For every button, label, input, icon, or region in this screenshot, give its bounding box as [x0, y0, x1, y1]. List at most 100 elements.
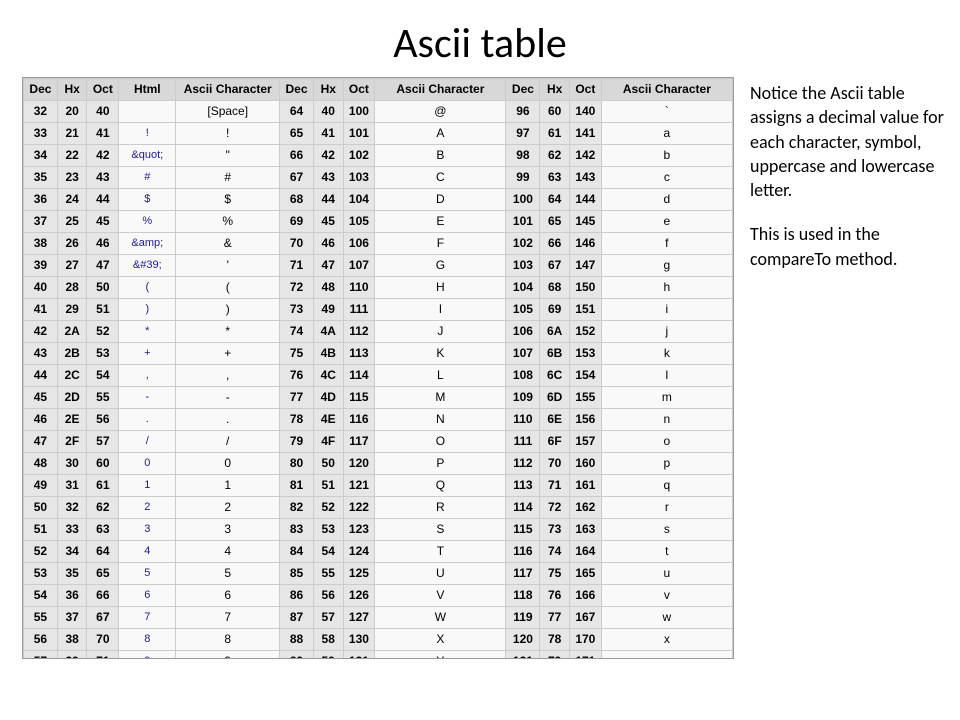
cell-char: l	[601, 365, 732, 387]
cell-dec: 34	[24, 145, 58, 167]
cell-dec: 49	[24, 475, 58, 497]
content-row: Dec Hx Oct Html Ascii Character Dec Hx O…	[0, 77, 960, 659]
cell-oct: 141	[569, 123, 601, 145]
cell-html: 5	[119, 563, 176, 585]
cell-char: .	[176, 409, 280, 431]
cell-oct: 165	[569, 563, 601, 585]
cell-char: @	[375, 101, 506, 123]
cell-char: o	[601, 431, 732, 453]
cell-char: F	[375, 233, 506, 255]
cell-char: (	[176, 277, 280, 299]
cell-dec: 75	[280, 343, 314, 365]
cell-char: 9	[176, 651, 280, 660]
cell-char: y	[601, 651, 732, 660]
cell-html: *	[119, 321, 176, 343]
cell-oct: 145	[569, 211, 601, 233]
cell-dec: 68	[280, 189, 314, 211]
cell-char: i	[601, 299, 732, 321]
cell-dec: 47	[24, 431, 58, 453]
cell-char: k	[601, 343, 732, 365]
cell-hx: 50	[313, 453, 343, 475]
cell-dec: 107	[506, 343, 540, 365]
cell-dec: 84	[280, 541, 314, 563]
cell-hx: 71	[540, 475, 570, 497]
page-title: Ascii table	[0, 0, 960, 77]
note-paragraph-2: This is used in the compareTo method.	[750, 222, 946, 271]
cell-html: ,	[119, 365, 176, 387]
cell-dec: 102	[506, 233, 540, 255]
cell-oct: 150	[569, 277, 601, 299]
cell-hx: 28	[57, 277, 87, 299]
cell-char: +	[176, 343, 280, 365]
cell-dec: 70	[280, 233, 314, 255]
cell-oct: 152	[569, 321, 601, 343]
cell-char: R	[375, 497, 506, 519]
cell-oct: 151	[569, 299, 601, 321]
cell-oct: 52	[87, 321, 119, 343]
table-row: 392747&#39;'7147107G10367147g	[24, 255, 733, 277]
cell-hx: 35	[57, 563, 87, 585]
cell-char: a	[601, 123, 732, 145]
notes-panel: Notice the Ascii table assigns a decimal…	[750, 77, 946, 291]
cell-char: O	[375, 431, 506, 453]
cell-oct: 54	[87, 365, 119, 387]
cell-dec: 43	[24, 343, 58, 365]
cell-hx: 43	[313, 167, 343, 189]
cell-oct: 121	[343, 475, 375, 497]
cell-char: X	[375, 629, 506, 651]
cell-char: s	[601, 519, 732, 541]
cell-dec: 110	[506, 409, 540, 431]
cell-oct: 56	[87, 409, 119, 431]
cell-char: )	[176, 299, 280, 321]
cell-oct: 120	[343, 453, 375, 475]
cell-hx: 78	[540, 629, 570, 651]
cell-char: p	[601, 453, 732, 475]
cell-hx: 64	[540, 189, 570, 211]
cell-html: 1	[119, 475, 176, 497]
cell-char: M	[375, 387, 506, 409]
cell-dec: 44	[24, 365, 58, 387]
cell-char: &	[176, 233, 280, 255]
cell-char: Y	[375, 651, 506, 660]
cell-oct: 60	[87, 453, 119, 475]
cell-char: `	[601, 101, 732, 123]
table-header-row: Dec Hx Oct Html Ascii Character Dec Hx O…	[24, 79, 733, 101]
cell-char: 7	[176, 607, 280, 629]
cell-hx: 31	[57, 475, 87, 497]
table-row: 483060008050120P11270160p	[24, 453, 733, 475]
cell-hx: 25	[57, 211, 87, 233]
cell-oct: 61	[87, 475, 119, 497]
cell-dec: 105	[506, 299, 540, 321]
cell-oct: 104	[343, 189, 375, 211]
cell-hx: 56	[313, 585, 343, 607]
col-hx: Hx	[313, 79, 343, 101]
cell-hx: 37	[57, 607, 87, 629]
cell-dec: 37	[24, 211, 58, 233]
cell-hx: 75	[540, 563, 570, 585]
cell-dec: 108	[506, 365, 540, 387]
cell-oct: 64	[87, 541, 119, 563]
cell-hx: 61	[540, 123, 570, 145]
cell-oct: 162	[569, 497, 601, 519]
cell-dec: 112	[506, 453, 540, 475]
cell-oct: 103	[343, 167, 375, 189]
col-dec: Dec	[24, 79, 58, 101]
cell-oct: 123	[343, 519, 375, 541]
cell-char: L	[375, 365, 506, 387]
cell-char: U	[375, 563, 506, 585]
table-row: 422A52**744A112J1066A152j	[24, 321, 733, 343]
cell-hx: 73	[540, 519, 570, 541]
cell-hx: 76	[540, 585, 570, 607]
col-hx: Hx	[57, 79, 87, 101]
cell-oct: 117	[343, 431, 375, 453]
cell-dec: 35	[24, 167, 58, 189]
cell-hx: 59	[313, 651, 343, 660]
table-row: 493161118151121Q11371161q	[24, 475, 733, 497]
cell-char: D	[375, 189, 506, 211]
cell-hx: 67	[540, 255, 570, 277]
cell-oct: 153	[569, 343, 601, 365]
cell-oct: 111	[343, 299, 375, 321]
cell-hx: 53	[313, 519, 343, 541]
cell-char: 1	[176, 475, 280, 497]
cell-hx: 57	[313, 607, 343, 629]
